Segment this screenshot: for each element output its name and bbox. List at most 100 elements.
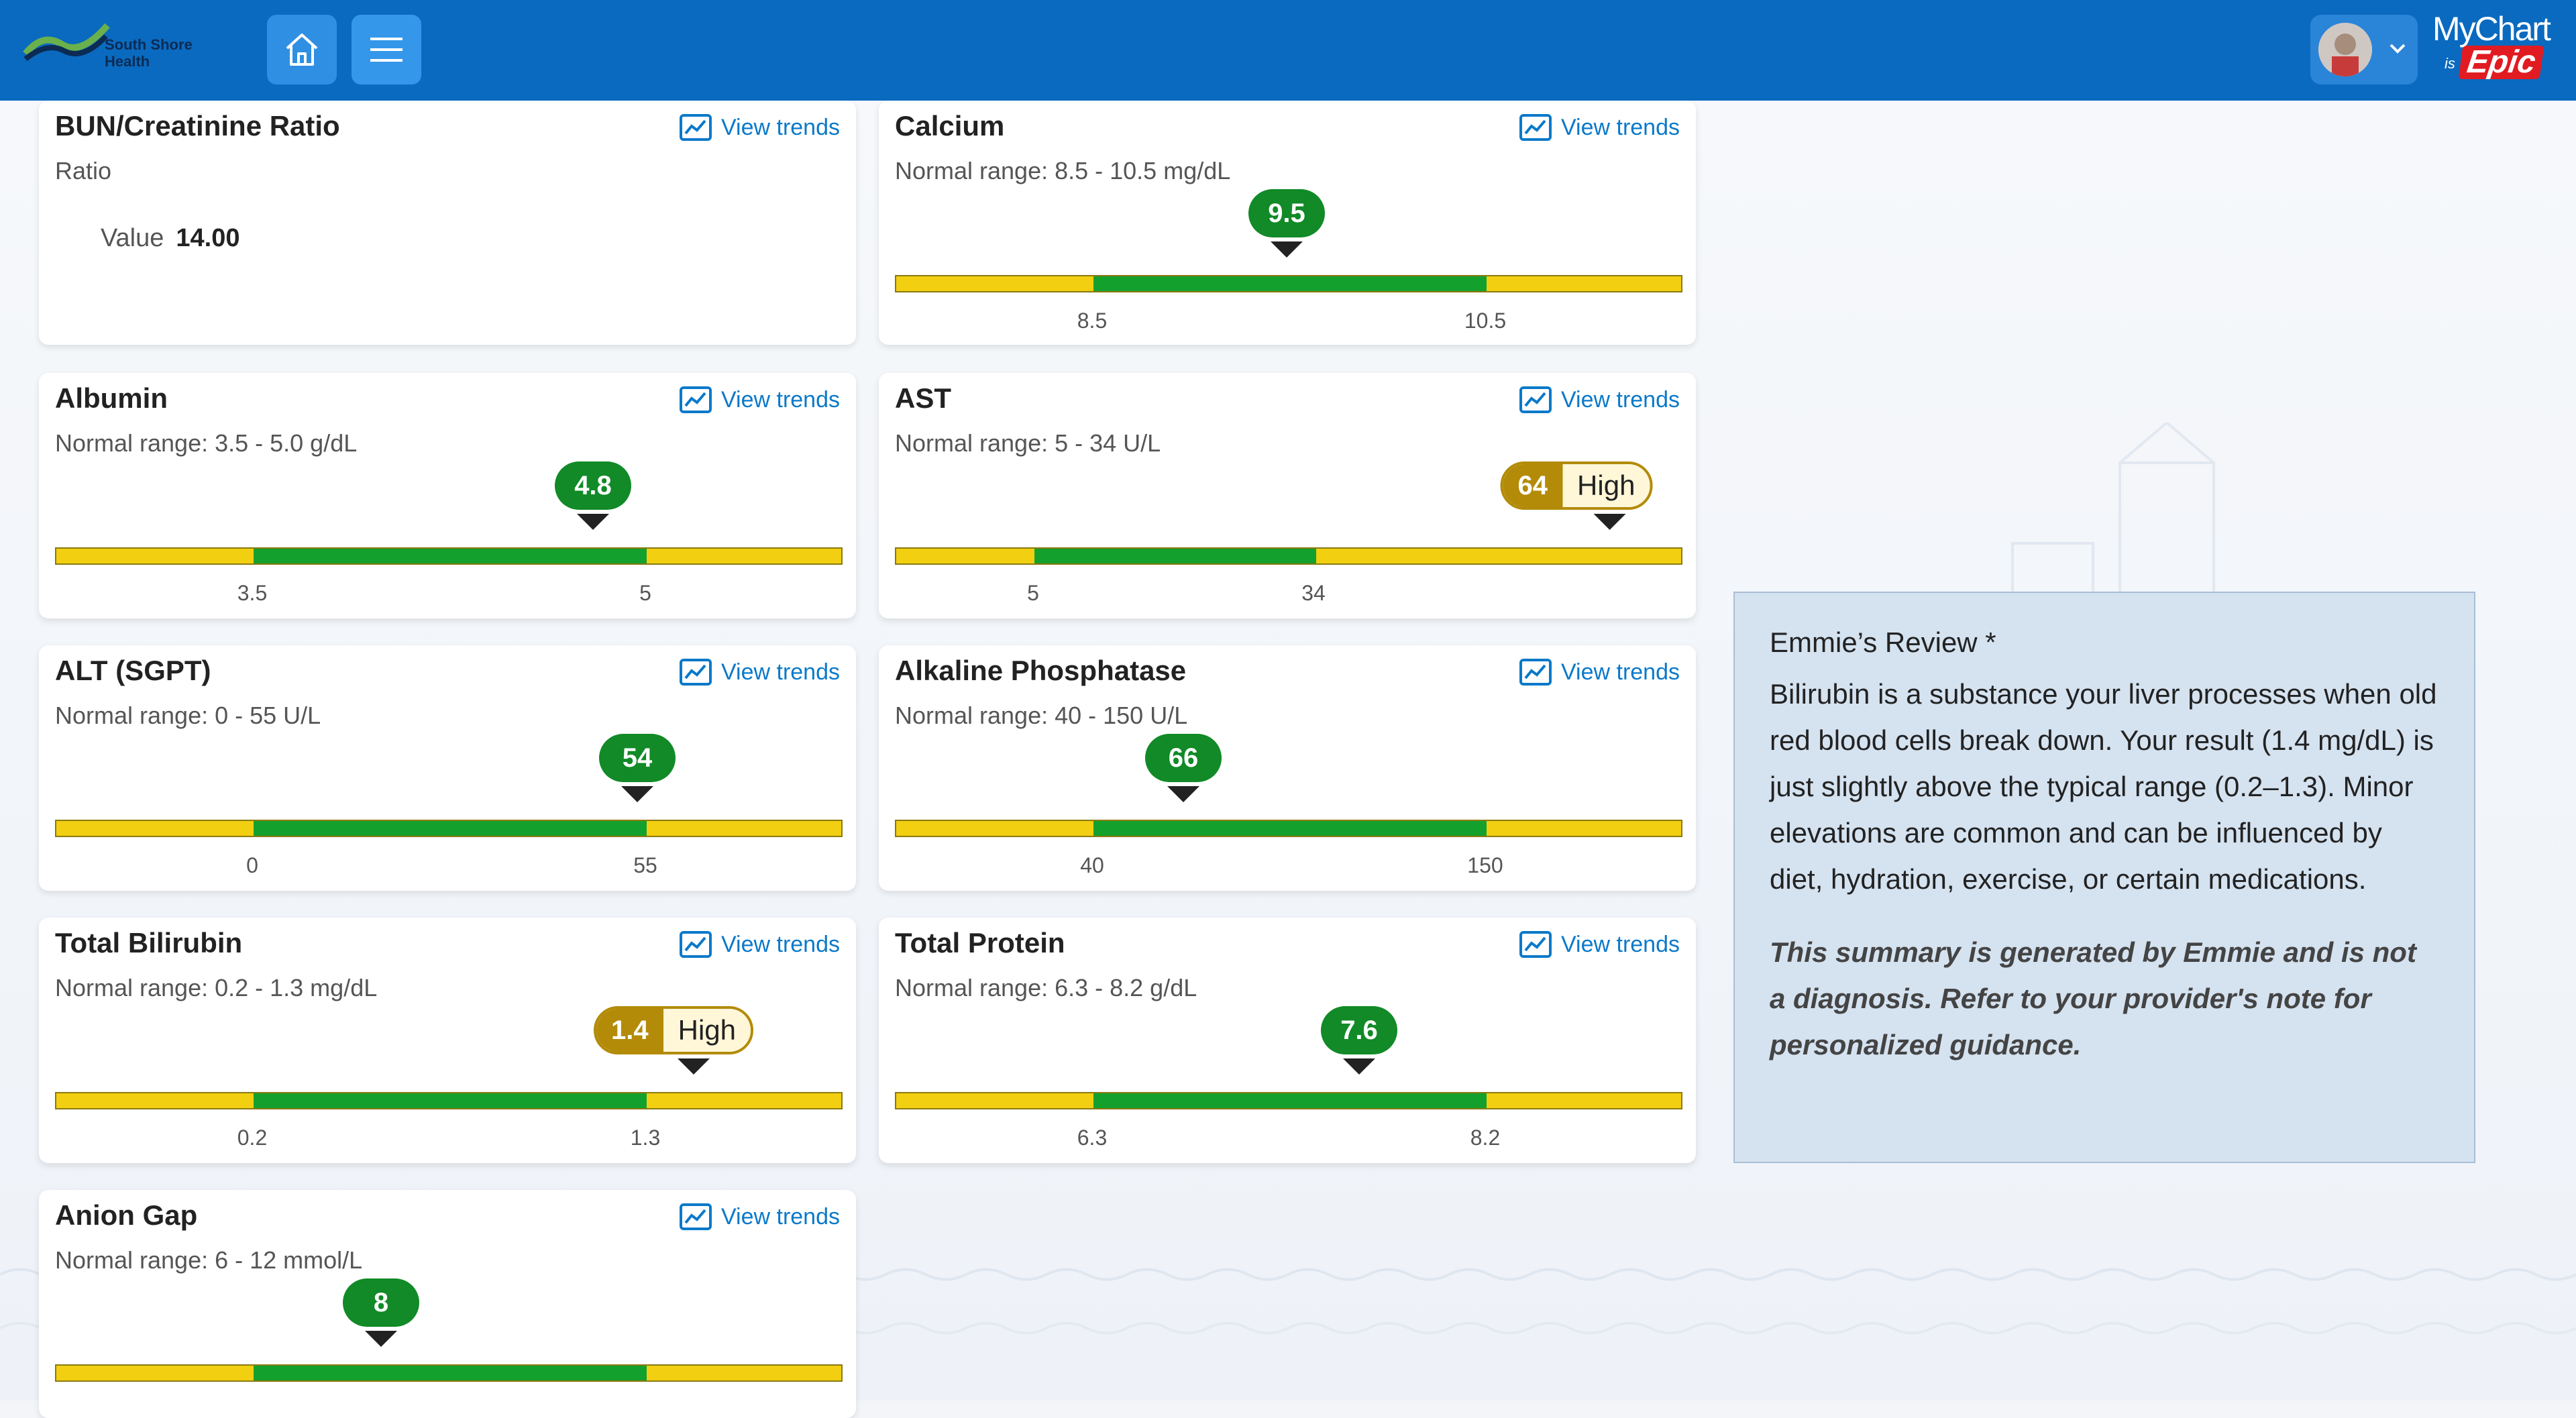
range-bar-high-segment	[1316, 549, 1681, 563]
logo-text: South Shore Health	[105, 36, 193, 70]
trend-chart-icon	[679, 114, 712, 141]
range-bar-low-segment	[56, 1093, 254, 1108]
value-label: Value	[101, 224, 164, 252]
result-marker: 4.8	[555, 461, 631, 530]
view-trends-link[interactable]: View trends	[679, 114, 840, 141]
range-low-label: 3.5	[237, 581, 268, 605]
view-trends-link[interactable]: View trends	[679, 659, 840, 686]
user-photo-icon	[2318, 23, 2372, 76]
view-trends-link[interactable]: View trends	[1519, 386, 1680, 413]
card-subtitle: Normal range: 6 - 12 mmol/L	[55, 1246, 363, 1274]
result-card-bun-creatinine: BUN/Creatinine Ratio Ratio View trends V…	[39, 101, 856, 345]
epic-wordmark: Epic	[2458, 44, 2544, 80]
result-value-badge: 8	[343, 1278, 419, 1327]
view-trends-label: View trends	[1560, 114, 1680, 140]
range-bar	[895, 275, 1682, 292]
mychart-epic-brand: MyChart is Epic	[2430, 7, 2564, 94]
view-trends-link[interactable]: View trends	[1519, 114, 1680, 141]
view-trends-link[interactable]: View trends	[1519, 659, 1680, 686]
result-card-total-protein: Total Protein Normal range: 6.3 - 8.2 g/…	[879, 918, 1696, 1163]
range-bar-normal-segment	[254, 1093, 647, 1108]
view-trends-label: View trends	[720, 386, 840, 413]
trend-chart-icon	[679, 1203, 712, 1230]
trend-chart-icon	[1519, 931, 1552, 958]
marker-pointer	[1167, 786, 1199, 802]
view-trends-label: View trends	[720, 931, 840, 957]
value-number: 14.00	[176, 224, 240, 252]
result-marker: 8	[343, 1278, 419, 1347]
card-title: AST	[895, 382, 951, 414]
range-bar-low-segment	[896, 276, 1093, 291]
result-card-ast: AST Normal range: 5 - 34 U/L View trends…	[879, 373, 1696, 618]
chevron-down-icon	[2390, 44, 2406, 54]
trend-chart-icon	[1519, 386, 1552, 413]
card-subtitle: Normal range: 0 - 55 U/L	[55, 702, 321, 729]
range-bar-normal-segment	[254, 821, 647, 836]
south-shore-health-logo[interactable]: South Shore Health	[23, 19, 211, 79]
trend-chart-icon	[679, 386, 712, 413]
avatar	[2318, 23, 2372, 76]
result-marker: 1.4 High	[594, 1006, 753, 1075]
view-trends-label: View trends	[1560, 386, 1680, 413]
card-title: Total Protein	[895, 927, 1065, 959]
range-bar-normal-segment	[1093, 821, 1487, 836]
view-trends-link[interactable]: View trends	[679, 386, 840, 413]
result-marker: 7.6	[1321, 1006, 1397, 1075]
view-trends-label: View trends	[1560, 931, 1680, 957]
home-button[interactable]	[267, 15, 337, 85]
range-bar-low-segment	[56, 549, 254, 563]
high-flag-label: High	[1562, 464, 1650, 507]
range-bar-low-segment	[56, 1366, 254, 1380]
view-trends-link[interactable]: View trends	[679, 931, 840, 958]
range-low-label: 0.2	[237, 1126, 268, 1150]
range-bar	[55, 1092, 843, 1109]
range-bar	[895, 547, 1682, 565]
range-high-label: 8.2	[1470, 1126, 1501, 1150]
result-marker: 54	[599, 734, 676, 802]
result-value-badge: 54	[599, 734, 676, 782]
card-title: BUN/Creatinine Ratio	[55, 110, 340, 142]
hamburger-menu-icon	[370, 38, 402, 62]
card-title: Anion Gap	[55, 1199, 198, 1231]
range-bar	[895, 1092, 1682, 1109]
result-high-badge: 1.4 High	[594, 1006, 753, 1054]
range-low-label: 6.3	[1077, 1126, 1108, 1150]
result-card-anion-gap: Anion Gap Normal range: 6 - 12 mmol/L Vi…	[39, 1190, 856, 1418]
account-menu-button[interactable]	[2310, 15, 2418, 85]
range-bar-normal-segment	[1034, 549, 1316, 563]
marker-pointer	[577, 514, 609, 530]
result-card-albumin: Albumin Normal range: 3.5 - 5.0 g/dL Vie…	[39, 373, 856, 618]
card-title: ALT (SGPT)	[55, 655, 211, 686]
menu-button[interactable]	[352, 15, 421, 85]
review-disclaimer: This summary is generated by Emmie and i…	[1770, 936, 2416, 1060]
result-value-badge: 4.8	[555, 461, 631, 510]
result-card-total-bilirubin: Total Bilirubin Normal range: 0.2 - 1.3 …	[39, 918, 856, 1163]
result-card-alkaline-phosphatase: Alkaline Phosphatase Normal range: 40 - …	[879, 645, 1696, 891]
view-trends-link[interactable]: View trends	[1519, 931, 1680, 958]
result-value-badge: 66	[1145, 734, 1222, 782]
range-bar-low-segment	[56, 821, 254, 836]
range-bar-high-segment	[1487, 276, 1681, 291]
range-bar-high-segment	[1487, 821, 1681, 836]
range-bar-high-segment	[647, 549, 841, 563]
logo-text-line-1: South Shore	[105, 36, 193, 53]
range-bar-high-segment	[647, 1093, 841, 1108]
range-bar	[55, 1364, 843, 1382]
card-title: Albumin	[55, 382, 168, 414]
emmie-review-panel: Emmie’s Review * Bilirubin is a substanc…	[1733, 592, 2475, 1163]
trend-chart-icon	[1519, 659, 1552, 686]
range-high-label: 55	[633, 853, 657, 877]
result-value-badge: 7.6	[1321, 1006, 1397, 1054]
range-bar-high-segment	[1487, 1093, 1681, 1108]
brand-is-text: is	[2445, 55, 2455, 72]
range-bar	[55, 820, 843, 837]
mychart-wordmark: MyChart	[2432, 10, 2551, 48]
card-subtitle: Normal range: 0.2 - 1.3 mg/dL	[55, 974, 378, 1001]
view-trends-link[interactable]: View trends	[679, 1203, 840, 1230]
range-bar	[895, 820, 1682, 837]
range-bar-normal-segment	[1093, 1093, 1487, 1108]
result-marker: 64 High	[1500, 461, 1653, 530]
range-bar	[55, 547, 843, 565]
card-title: Calcium	[895, 110, 1005, 142]
marker-pointer	[1343, 1058, 1375, 1075]
